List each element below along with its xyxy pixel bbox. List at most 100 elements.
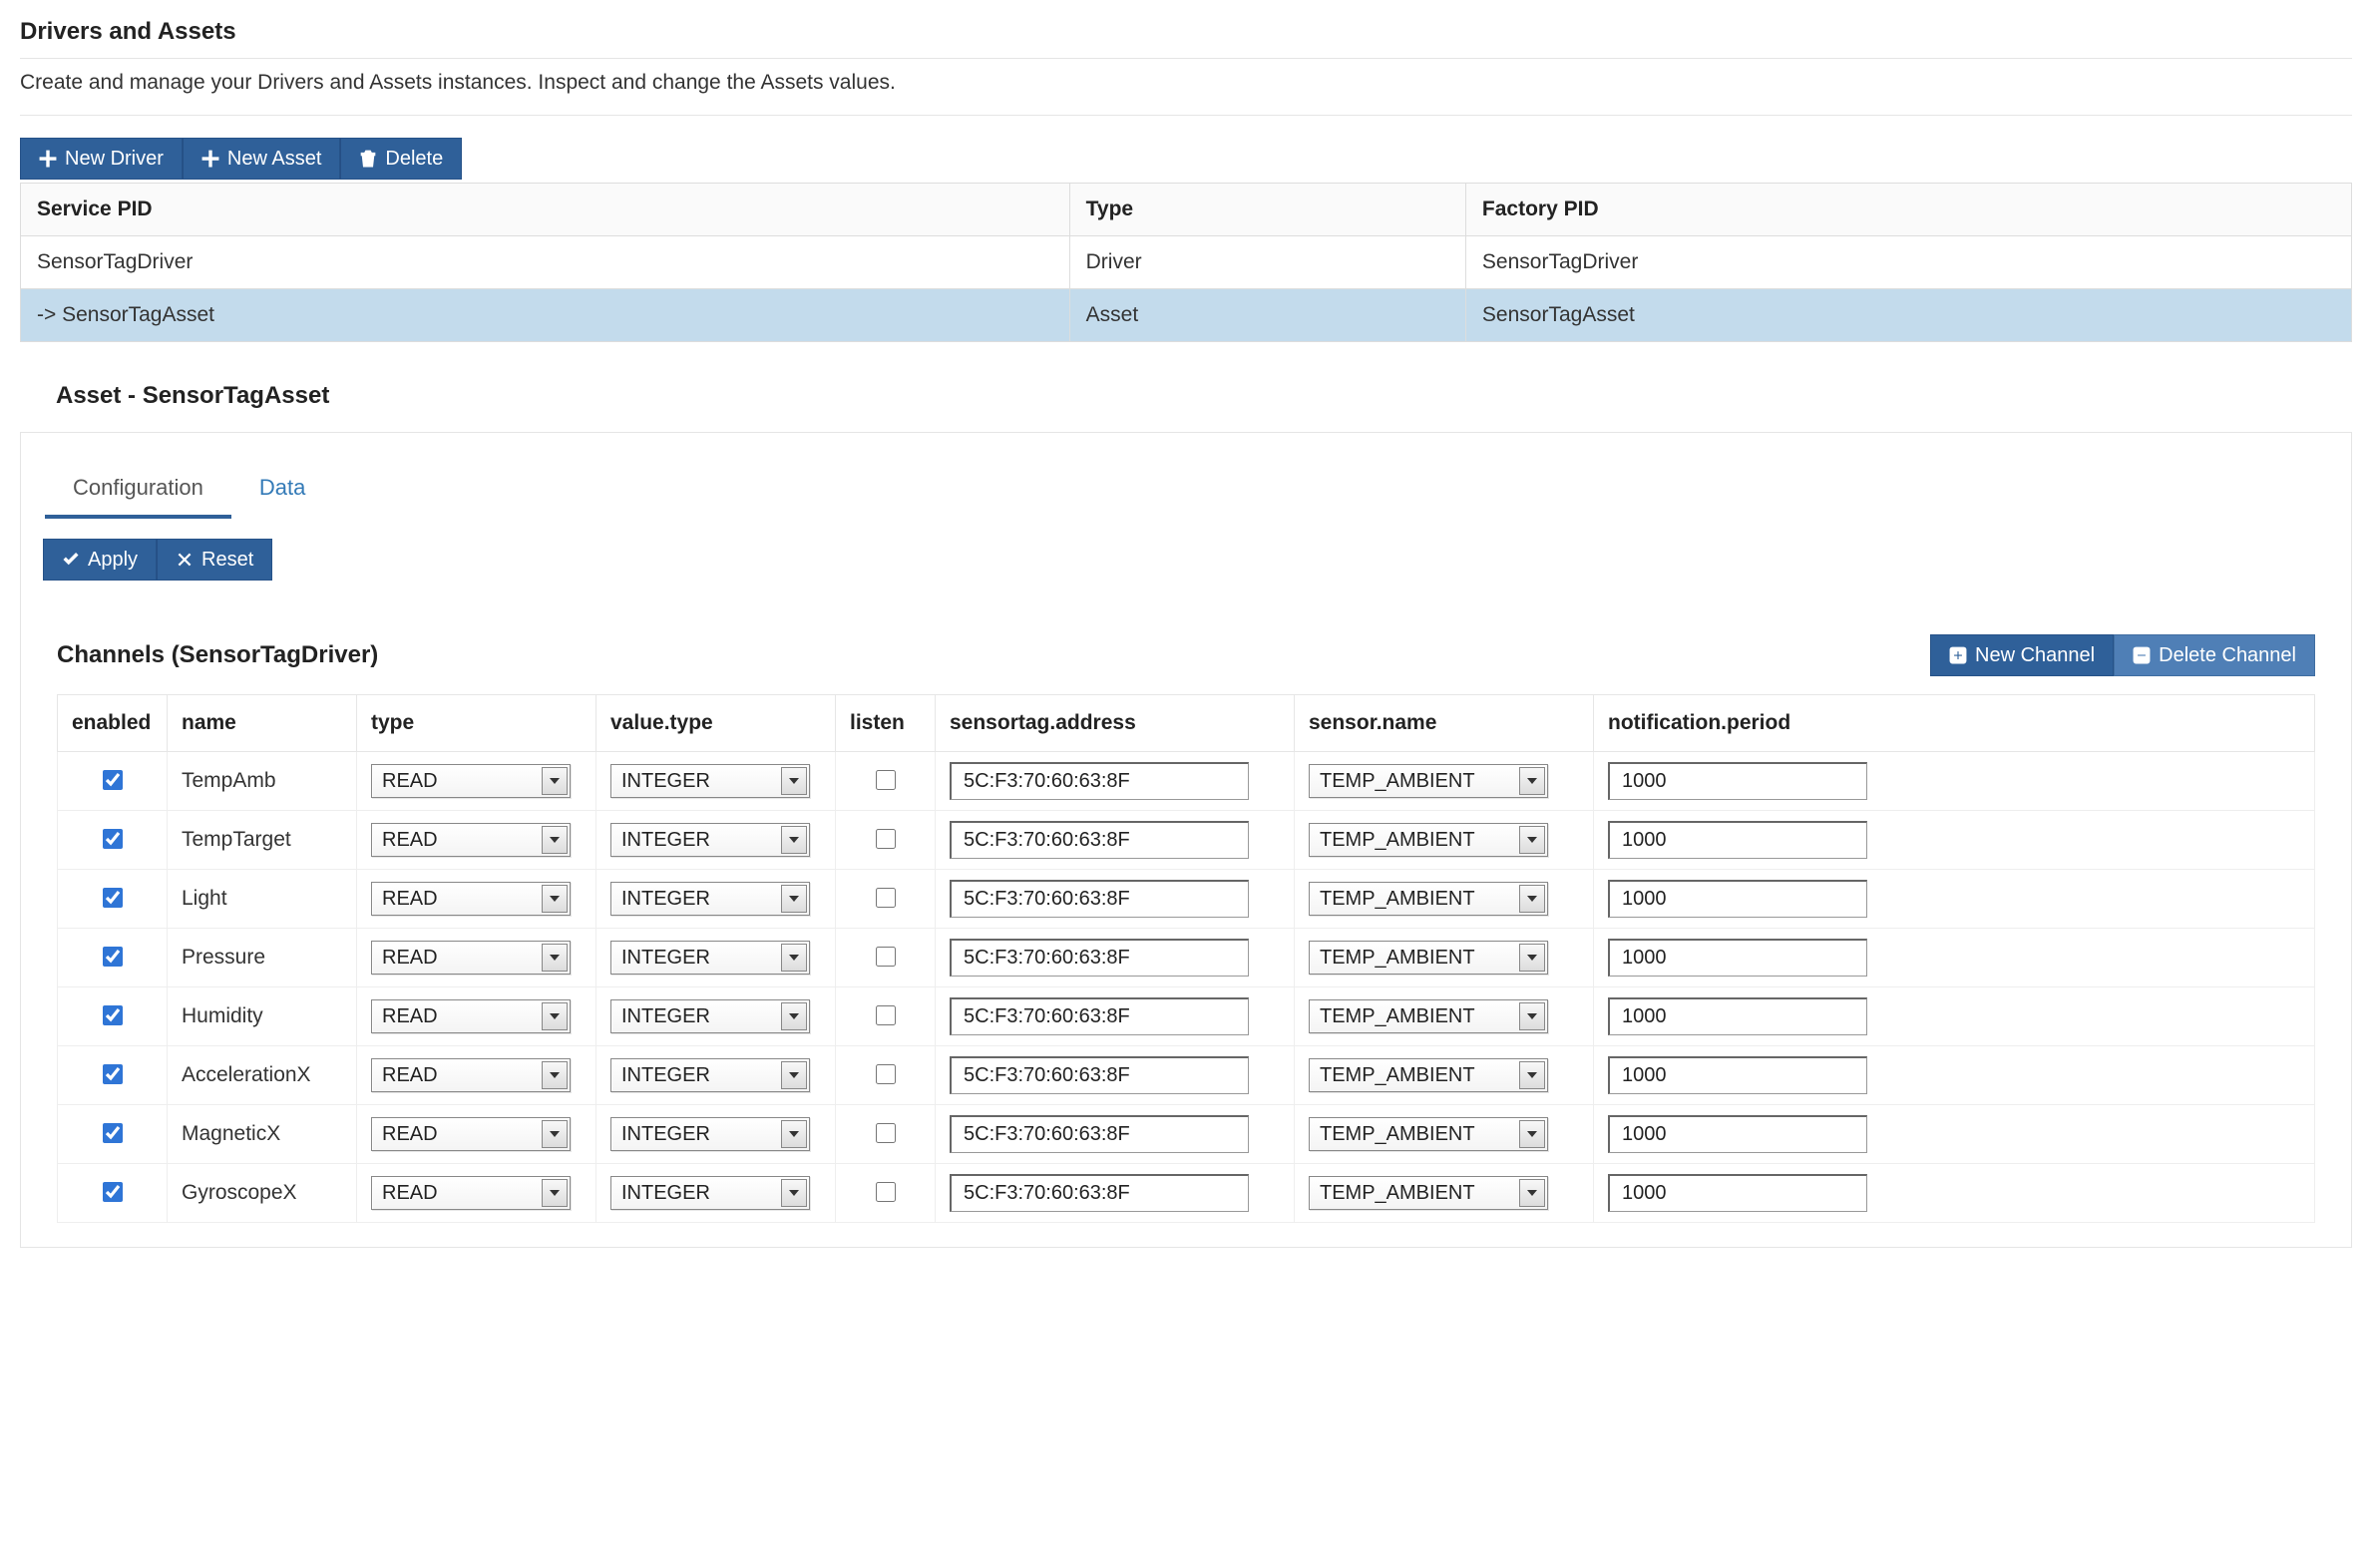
channel-valuetype-select[interactable]: INTEGER [610,882,810,916]
channel-sensorname-value: TEMP_AMBIENT [1320,1064,1475,1087]
new-channel-button[interactable]: New Channel [1930,634,2114,676]
channel-enabled-checkbox[interactable] [103,888,123,908]
dropdown-arrow-icon [781,1120,807,1148]
new-channel-label: New Channel [1975,645,2095,665]
channel-period-input[interactable] [1608,997,1867,1035]
channel-period-input[interactable] [1608,1115,1867,1153]
channel-sensorname-select[interactable]: TEMP_AMBIENT [1309,764,1548,798]
channel-address-input[interactable] [950,762,1249,800]
channel-listen-checkbox[interactable] [876,1123,896,1143]
delete-label: Delete [385,149,443,169]
channel-period-input[interactable] [1608,821,1867,859]
tab-configuration[interactable]: Configuration [45,459,231,519]
instance-cell-factory-pid: SensorTagDriver [1465,236,2351,289]
channel-type-select[interactable]: READ [371,941,571,975]
asset-title: Asset - SensorTagAsset [56,382,2352,410]
channel-valuetype-select[interactable]: INTEGER [610,823,810,857]
channel-sensorname-value: TEMP_AMBIENT [1320,829,1475,852]
channel-period-input[interactable] [1608,939,1867,977]
channel-listen-checkbox[interactable] [876,947,896,967]
channel-enabled-checkbox[interactable] [103,1123,123,1143]
channel-valuetype-value: INTEGER [621,1064,710,1087]
dropdown-arrow-icon [781,826,807,854]
instance-row[interactable]: SensorTagDriverDriverSensorTagDriver [21,236,2352,289]
channel-sensorname-select[interactable]: TEMP_AMBIENT [1309,823,1548,857]
channel-period-input[interactable] [1608,1174,1867,1212]
channel-period-input[interactable] [1608,1056,1867,1094]
delete-button[interactable]: Delete [340,138,462,180]
apply-button[interactable]: Apply [43,539,157,581]
delete-channel-button[interactable]: Delete Channel [2114,634,2315,676]
channel-address-input[interactable] [950,821,1249,859]
channel-row: GyroscopeXREADINTEGERTEMP_AMBIENT [58,1164,2315,1223]
channel-type-select[interactable]: READ [371,1176,571,1210]
col-type: Type [1069,184,1465,236]
channel-name: TempTarget [168,811,357,870]
channel-name: AccelerationX [168,1046,357,1105]
channel-listen-checkbox[interactable] [876,1064,896,1084]
channel-listen-checkbox[interactable] [876,1005,896,1025]
channel-type-select[interactable]: READ [371,823,571,857]
channel-sensorname-value: TEMP_AMBIENT [1320,1005,1475,1028]
ch-col-sensorname: sensor.name [1295,695,1594,752]
channel-period-input[interactable] [1608,880,1867,918]
channel-type-select[interactable]: READ [371,882,571,916]
dropdown-arrow-icon [1519,826,1545,854]
channel-valuetype-select[interactable]: INTEGER [610,1058,810,1092]
col-factory-pid: Factory PID [1465,184,2351,236]
channel-enabled-checkbox[interactable] [103,770,123,790]
channel-sensorname-select[interactable]: TEMP_AMBIENT [1309,999,1548,1033]
channel-enabled-checkbox[interactable] [103,947,123,967]
channel-type-select[interactable]: READ [371,999,571,1033]
col-service-pid: Service PID [21,184,1070,236]
channel-valuetype-select[interactable]: INTEGER [610,941,810,975]
channel-valuetype-value: INTEGER [621,1005,710,1028]
tab-bar: Configuration Data [21,459,2351,519]
channel-address-input[interactable] [950,1174,1249,1212]
channel-sensorname-select[interactable]: TEMP_AMBIENT [1309,882,1548,916]
channel-enabled-checkbox[interactable] [103,829,123,849]
channel-type-select[interactable]: READ [371,764,571,798]
channel-listen-checkbox[interactable] [876,888,896,908]
new-driver-button[interactable]: New Driver [20,138,183,180]
reset-button[interactable]: Reset [157,539,272,581]
dropdown-arrow-icon [781,1179,807,1207]
channel-type-select[interactable]: READ [371,1117,571,1151]
new-asset-button[interactable]: New Asset [183,138,340,180]
channel-address-input[interactable] [950,880,1249,918]
channel-valuetype-select[interactable]: INTEGER [610,1117,810,1151]
dropdown-arrow-icon [542,826,568,854]
channel-valuetype-select[interactable]: INTEGER [610,1176,810,1210]
channel-sensorname-select[interactable]: TEMP_AMBIENT [1309,1117,1548,1151]
channel-type-select[interactable]: READ [371,1058,571,1092]
channel-sensorname-select[interactable]: TEMP_AMBIENT [1309,1058,1548,1092]
channel-actions: New Channel Delete Channel [1930,634,2315,676]
channel-period-input[interactable] [1608,762,1867,800]
channel-listen-checkbox[interactable] [876,1182,896,1202]
channel-listen-checkbox[interactable] [876,770,896,790]
channel-listen-checkbox[interactable] [876,829,896,849]
channel-sensorname-value: TEMP_AMBIENT [1320,1123,1475,1146]
channel-address-input[interactable] [950,1115,1249,1153]
channel-enabled-checkbox[interactable] [103,1182,123,1202]
channel-address-input[interactable] [950,1056,1249,1094]
plus-square-icon [1949,646,1967,664]
channel-enabled-checkbox[interactable] [103,1064,123,1084]
channel-sensorname-select[interactable]: TEMP_AMBIENT [1309,1176,1548,1210]
instance-cell-type: Asset [1069,289,1465,342]
channel-address-input[interactable] [950,997,1249,1035]
channel-type-value: READ [382,888,438,911]
channel-row: TempTarget READ INTEGER TEMP_AMBIENT [58,811,2315,870]
channel-address-input[interactable] [950,939,1249,977]
channel-sensorname-select[interactable]: TEMP_AMBIENT [1309,941,1548,975]
dropdown-arrow-icon [1519,767,1545,795]
tab-data[interactable]: Data [231,459,333,519]
dropdown-arrow-icon [1519,1120,1545,1148]
channel-sensorname-value: TEMP_AMBIENT [1320,888,1475,911]
instance-row[interactable]: -> SensorTagAssetAssetSensorTagAsset [21,289,2352,342]
channel-valuetype-select[interactable]: INTEGER [610,999,810,1033]
ch-col-listen: listen [836,695,936,752]
channel-row: LightREADINTEGERTEMP_AMBIENT [58,870,2315,929]
channel-enabled-checkbox[interactable] [103,1005,123,1025]
channel-valuetype-select[interactable]: INTEGER [610,764,810,798]
